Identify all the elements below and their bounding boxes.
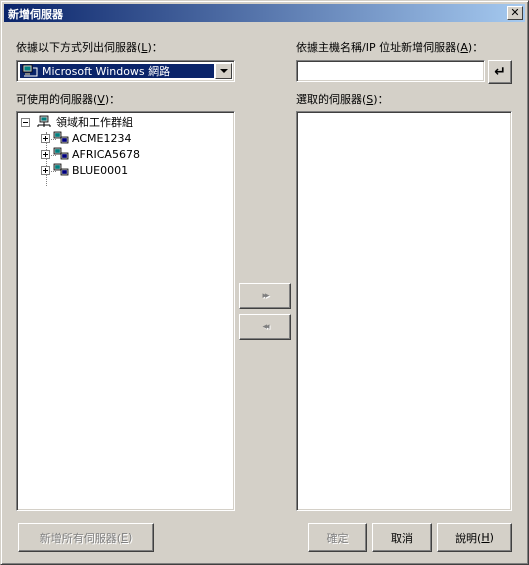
- network-computer-icon: [53, 131, 69, 144]
- tree-item-blue0001[interactable]: BLUE0001: [41, 162, 128, 178]
- host-name-input[interactable]: [296, 60, 485, 82]
- network-icon: [22, 64, 38, 77]
- network-computer-icon: [53, 147, 69, 160]
- window-title: 新增伺服器: [8, 8, 63, 21]
- list-by-value: Microsoft Windows 網路: [42, 65, 171, 78]
- expand-icon[interactable]: [41, 133, 50, 143]
- expand-icon[interactable]: [41, 149, 50, 159]
- add-by-name-label: 依據主機名稱/IP 位址新增伺服器(A)：: [296, 41, 484, 54]
- enter-icon: ↵: [494, 64, 506, 80]
- list-by-label: 依據以下方式列出伺服器(L)：: [16, 41, 163, 54]
- ok-button[interactable]: 確定: [308, 523, 367, 552]
- list-by-dropdown[interactable]: Microsoft Windows 網路: [16, 60, 235, 82]
- add-by-name-button[interactable]: ↵: [488, 60, 512, 84]
- tree-root-label: 領域和工作群組: [56, 116, 133, 129]
- expand-icon[interactable]: [41, 165, 50, 175]
- title-bar: 新增伺服器 ✕: [4, 4, 525, 22]
- selected-servers-list[interactable]: [296, 111, 512, 511]
- remove-selected-button[interactable]: ◂◂: [239, 314, 291, 340]
- network-computer-icon: [53, 163, 69, 176]
- add-server-dialog: 新增伺服器 ✕ 依據以下方式列出伺服器(L)： Microsoft Window…: [0, 0, 529, 565]
- help-button[interactable]: 說明(H): [437, 523, 512, 552]
- network-root-icon: [37, 115, 51, 127]
- available-servers-label: 可使用的伺服器(V)：: [16, 93, 121, 106]
- tree-item-africa5678[interactable]: AFRICA5678: [41, 146, 140, 162]
- collapse-icon[interactable]: [21, 117, 30, 127]
- add-selected-button[interactable]: ▸▸: [239, 283, 291, 309]
- tree-item-label: BLUE0001: [72, 163, 129, 177]
- double-left-arrow-icon: ◂◂: [262, 322, 269, 332]
- cancel-button[interactable]: 取消: [372, 523, 432, 552]
- tree-item-label: ACME1234: [72, 131, 132, 145]
- close-button[interactable]: ✕: [507, 6, 523, 20]
- double-right-arrow-icon: ▸▸: [262, 291, 269, 301]
- add-all-servers-button[interactable]: 新增所有伺服器(E): [18, 523, 154, 552]
- dropdown-arrow-button[interactable]: [215, 63, 232, 79]
- tree-item-acme1234[interactable]: ACME1234: [41, 130, 131, 146]
- selected-servers-label: 選取的伺服器(S)：: [296, 93, 389, 106]
- tree-root-row[interactable]: 領域和工作群組: [21, 114, 133, 130]
- tree-item-label: AFRICA5678: [72, 147, 140, 161]
- list-by-selected: Microsoft Windows 網路: [20, 64, 214, 78]
- available-servers-tree[interactable]: 領域和工作群組 ACME1234 AFRICA5678 BLUE0001: [16, 111, 235, 511]
